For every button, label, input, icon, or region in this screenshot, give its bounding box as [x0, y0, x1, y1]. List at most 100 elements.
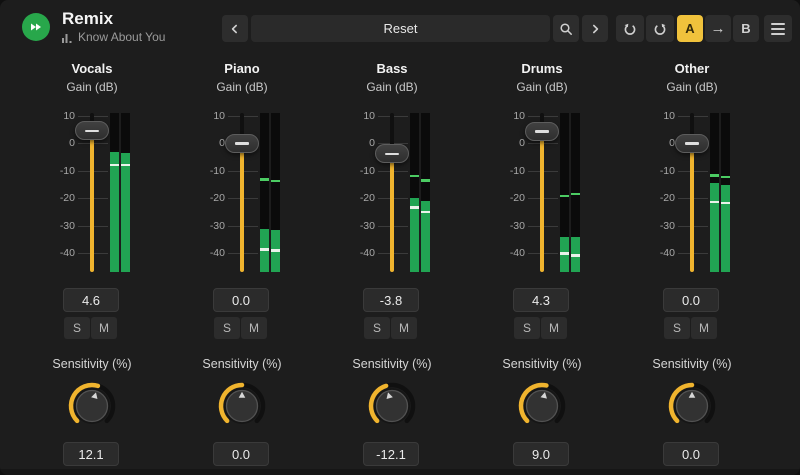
sensitivity-knob[interactable]	[514, 378, 570, 434]
meter-peak-hold-tick	[260, 178, 269, 181]
db-tick-label: 0	[669, 137, 675, 150]
db-tick-label: -20	[359, 192, 375, 205]
db-tick-label: -30	[359, 219, 375, 232]
sensitivity-value-box[interactable]: -12.1	[363, 442, 419, 466]
mute-button[interactable]: M	[391, 317, 417, 339]
meter-avg-tick	[560, 252, 569, 255]
sensitivity-knob[interactable]	[64, 378, 120, 434]
sensitivity-value-box[interactable]: 9.0	[513, 442, 569, 466]
db-tick-label: 10	[363, 109, 375, 122]
meter-level-fill	[110, 152, 119, 272]
fader-track-fill	[90, 130, 94, 272]
db-tick-label: -40	[509, 247, 525, 259]
solo-button[interactable]: S	[364, 317, 390, 339]
fader-zone: 10 0 -10 -20 -30 -40	[320, 108, 470, 275]
db-tick-label: -20	[209, 192, 225, 205]
db-tick-label: -30	[659, 219, 675, 232]
channel-title: Bass	[376, 61, 408, 76]
meter-right	[271, 113, 280, 272]
channel-strip: Other Gain (dB) 10 0 -10 -20 -30 -40 0.0 S M …	[620, 0, 770, 475]
sensitivity-label: Sensitivity (%)	[502, 357, 582, 371]
meter-peak-hold-tick	[560, 194, 569, 198]
knob-body	[75, 389, 109, 423]
gain-value-box[interactable]: 4.3	[513, 288, 569, 312]
db-tick-label: -40	[659, 247, 675, 259]
meter-right	[421, 113, 430, 272]
channel-strip: Drums Gain (dB) 10 0 -10 -20 -30 -40 4.3 S M …	[470, 0, 620, 475]
sensitivity-knob[interactable]	[214, 378, 270, 434]
gain-value-box[interactable]: 0.0	[663, 288, 719, 312]
meter-right	[721, 113, 730, 272]
meter-avg-tick	[121, 163, 130, 167]
sensitivity-value-box[interactable]: 0.0	[663, 442, 719, 466]
meter-avg-tick	[710, 200, 719, 204]
db-tick-label: -30	[59, 219, 75, 232]
meter-left	[410, 113, 419, 272]
sensitivity-value-box[interactable]: 0.0	[213, 442, 269, 466]
gain-fader-handle[interactable]	[375, 144, 409, 164]
sensitivity-label: Sensitivity (%)	[652, 357, 732, 371]
solo-button[interactable]: S	[64, 317, 90, 339]
fader-track-fill	[540, 131, 544, 272]
meter-peak-hold-tick	[271, 179, 280, 183]
meter-left	[560, 113, 569, 272]
gain-fader-handle[interactable]	[525, 122, 559, 142]
meter-right	[121, 113, 130, 272]
knob-body	[375, 389, 409, 423]
meter-avg-tick	[571, 254, 580, 257]
gain-label: Gain (dB)	[216, 80, 268, 94]
sensitivity-value-box[interactable]: 12.1	[63, 442, 119, 466]
gain-fader-handle[interactable]	[675, 133, 709, 153]
solo-button[interactable]: S	[514, 317, 540, 339]
gain-fader-handle[interactable]	[225, 133, 259, 153]
solo-button[interactable]: S	[664, 317, 690, 339]
gain-fader-handle[interactable]	[75, 121, 109, 141]
mute-button[interactable]: M	[91, 317, 117, 339]
db-tick-label: 0	[519, 137, 525, 150]
db-tick-label: -20	[509, 192, 525, 205]
meter-left	[260, 113, 269, 272]
channel-strip: Piano Gain (dB) 10 0 -10 -20 -30 -40 0.0 S M …	[170, 0, 320, 475]
meter-peak-hold-tick	[410, 174, 419, 178]
fader-zone: 10 0 -10 -20 -30 -40	[620, 108, 770, 275]
db-tick-label: -10	[659, 164, 675, 177]
db-tick-label: -40	[59, 247, 75, 259]
db-tick-label: 10	[63, 109, 75, 122]
fader-handle-grip	[85, 129, 99, 133]
channel-strip: Bass Gain (dB) 10 0 -10 -20 -30 -40 -3.8 S M …	[320, 0, 470, 475]
gain-value-box[interactable]: -3.8	[363, 288, 419, 312]
gain-value-box[interactable]: 4.6	[63, 288, 119, 312]
db-tick-label: -10	[209, 164, 225, 177]
window-bottom-edge	[0, 469, 800, 475]
plugin-window: Remix Know About You Reset A → B Vocals …	[0, 0, 800, 475]
db-tick-label: -40	[359, 247, 375, 259]
meter-left	[710, 113, 719, 272]
mute-button[interactable]: M	[541, 317, 567, 339]
channel-title: Piano	[224, 61, 260, 76]
sensitivity-knob[interactable]	[364, 378, 420, 434]
fader-track-fill	[240, 143, 244, 272]
mute-button[interactable]: M	[691, 317, 717, 339]
meter-peak-hold-tick	[421, 179, 430, 182]
channel-title: Drums	[521, 61, 563, 76]
mute-button[interactable]: M	[241, 317, 267, 339]
sensitivity-label: Sensitivity (%)	[202, 357, 282, 371]
meter-level-fill	[410, 198, 419, 272]
solo-button[interactable]: S	[214, 317, 240, 339]
fader-zone: 10 0 -10 -20 -30 -40	[20, 108, 170, 275]
sensitivity-knob[interactable]	[664, 378, 720, 434]
sensitivity-label: Sensitivity (%)	[52, 357, 132, 371]
sensitivity-label: Sensitivity (%)	[352, 357, 432, 371]
meter-avg-tick	[410, 206, 419, 209]
knob-body	[525, 389, 559, 423]
meter-level-fill	[721, 184, 730, 272]
db-tick-label: 0	[69, 137, 75, 150]
meter-left	[110, 113, 119, 272]
db-tick-label: 0	[369, 137, 375, 150]
db-tick-label: -30	[209, 219, 225, 232]
meter-peak-hold-tick	[721, 175, 730, 179]
db-tick-label: 10	[663, 109, 675, 122]
fader-handle-grip	[535, 130, 549, 133]
gain-label: Gain (dB)	[366, 80, 418, 94]
gain-value-box[interactable]: 0.0	[213, 288, 269, 312]
